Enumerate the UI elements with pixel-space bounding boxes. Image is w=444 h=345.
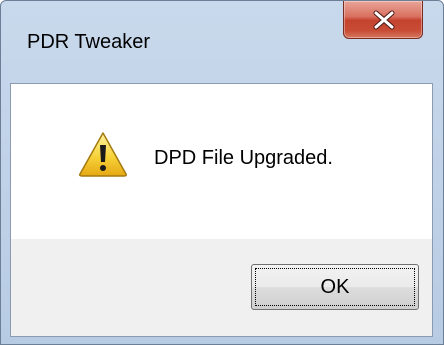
dialog-message: DPD File Upgraded. — [154, 147, 333, 169]
close-button[interactable] — [343, 1, 423, 39]
warning-icon — [79, 132, 127, 177]
close-icon — [373, 10, 395, 30]
message-panel: DPD File Upgraded. — [11, 84, 432, 239]
window-title: PDR Tweaker — [27, 31, 151, 53]
dialog-window: PDR Tweaker DPD File Upgraded. OK — [0, 0, 444, 345]
ok-button[interactable]: OK — [251, 264, 419, 310]
dialog-client-area: DPD File Upgraded. OK — [10, 83, 433, 337]
ok-button-label: OK — [320, 276, 350, 298]
title-bar[interactable]: PDR Tweaker — [1, 1, 443, 83]
